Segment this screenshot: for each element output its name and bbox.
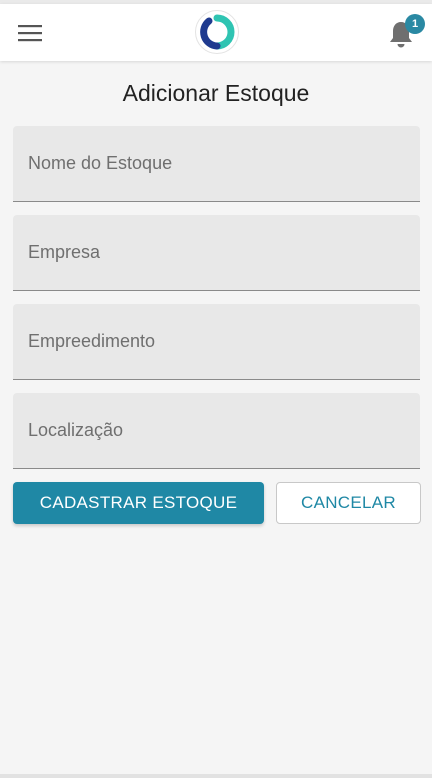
stock-name-input[interactable] bbox=[13, 126, 420, 201]
development-field bbox=[13, 304, 420, 380]
notification-count-badge: 1 bbox=[405, 14, 425, 34]
location-input[interactable] bbox=[13, 393, 420, 468]
cancel-button[interactable]: CANCELAR bbox=[276, 482, 421, 524]
app-bar bbox=[0, 4, 432, 61]
stock-name-field bbox=[13, 126, 420, 202]
location-field bbox=[13, 393, 420, 469]
company-field bbox=[13, 215, 420, 291]
register-stock-button[interactable]: CADASTRAR ESTOQUE bbox=[13, 482, 264, 524]
page-title: Adicionar Estoque bbox=[122, 80, 310, 106]
development-input[interactable] bbox=[13, 304, 420, 379]
hamburger-menu-icon[interactable] bbox=[13, 19, 47, 47]
company-input[interactable] bbox=[13, 215, 420, 290]
bottom-edge bbox=[0, 774, 432, 778]
app-logo bbox=[194, 9, 240, 55]
